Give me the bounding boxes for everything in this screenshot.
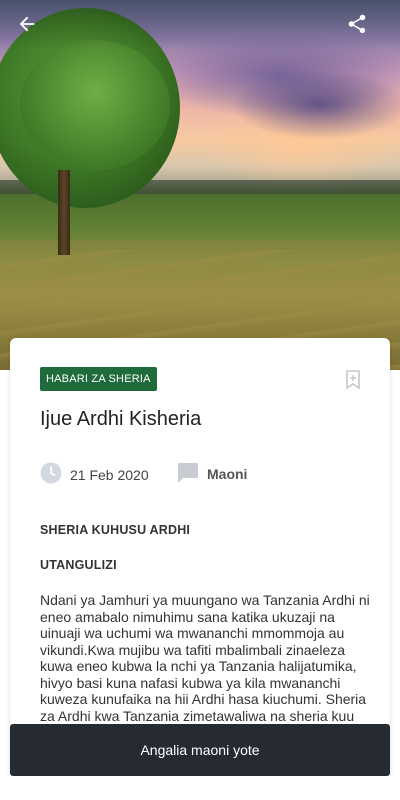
section-subheading: UTANGULIZI [40, 558, 117, 572]
bookmark-icon [346, 370, 360, 390]
bottom-area [0, 776, 400, 800]
top-bar [0, 0, 400, 48]
hero-image [0, 0, 400, 370]
arrow-left-icon [19, 16, 35, 32]
back-button[interactable] [12, 10, 42, 38]
article-body: Ndani ya Jamhuri ya muungano wa Tanzania… [40, 592, 370, 722]
article-date: 21 Feb 2020 [70, 467, 149, 483]
share-icon [348, 14, 366, 34]
share-button[interactable] [342, 10, 372, 38]
comment-icon[interactable] [176, 461, 200, 485]
comments-link[interactable]: Maoni [207, 466, 247, 482]
section-heading: SHERIA KUHUSU ARDHI [40, 523, 191, 537]
bookmark-button[interactable] [346, 370, 360, 390]
view-all-comments-button[interactable]: Angalia maoni yote [10, 724, 390, 776]
clock-icon [40, 462, 62, 484]
article-title: Ijue Ardhi Kisheria [40, 408, 202, 430]
category-badge[interactable]: HABARI ZA SHERIA [40, 367, 157, 391]
